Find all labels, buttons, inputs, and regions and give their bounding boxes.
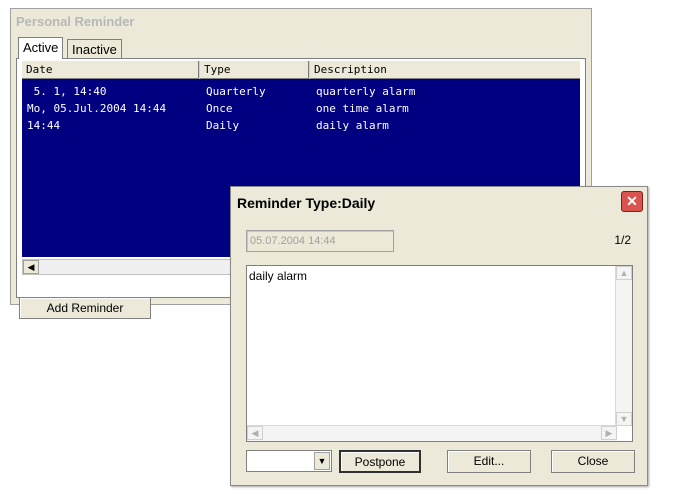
add-reminder-button[interactable]: Add Reminder [19, 297, 151, 319]
dialog-title: Reminder Type:Daily [237, 195, 376, 211]
vertical-scrollbar[interactable]: ▲ ▼ [615, 266, 632, 426]
table-row[interactable]: 5. 1, 14:40 Quarterly quarterly alarm [22, 83, 580, 100]
postpone-button[interactable]: Postpone [339, 450, 421, 473]
column-header-type[interactable]: Type [200, 61, 310, 79]
date-field: 05.07.2004 14:44 [246, 230, 394, 252]
tab-active[interactable]: Active [18, 37, 64, 59]
page-indicator: 1/2 [614, 233, 631, 247]
row-description: one time alarm [316, 102, 409, 115]
row-date: 14:44 [27, 119, 61, 132]
table-row[interactable]: Mo, 05.Jul.2004 14:44 Once one time alar… [22, 100, 580, 117]
close-button[interactable]: Close [551, 450, 635, 473]
column-header-description[interactable]: Description [310, 61, 580, 79]
row-description: daily alarm [316, 119, 389, 132]
scroll-down-icon[interactable]: ▼ [616, 412, 632, 426]
close-icon[interactable]: ✕ [621, 191, 643, 212]
scroll-left-icon[interactable]: ◀ [23, 260, 39, 274]
scroll-left-icon[interactable]: ◀ [247, 426, 263, 440]
postpone-select[interactable]: ▼ [246, 450, 332, 472]
edit-button[interactable]: Edit... [447, 450, 531, 473]
chevron-down-icon[interactable]: ▼ [314, 452, 330, 470]
horizontal-scrollbar[interactable]: ◀ ▶ [247, 425, 617, 441]
row-date: Mo, 05.Jul.2004 14:44 [27, 102, 167, 115]
list-header: Date Type Description [22, 61, 580, 79]
reminder-text: daily alarm [249, 269, 308, 283]
row-type: Daily [206, 119, 240, 132]
reminder-text-area[interactable]: daily alarm ▲ ▼ ◀ ▶ [246, 265, 633, 442]
row-date: 5. 1, 14:40 [27, 85, 107, 98]
row-type: Once [206, 102, 233, 115]
scroll-right-icon[interactable]: ▶ [601, 426, 617, 440]
row-type: Quarterly [206, 85, 266, 98]
tab-inactive[interactable]: Inactive [67, 39, 122, 59]
reminder-dialog: Reminder Type:Daily ✕ 05.07.2004 14:44 1… [230, 186, 648, 486]
scroll-up-icon[interactable]: ▲ [616, 266, 632, 280]
window-title: Personal Reminder [16, 14, 135, 29]
column-header-date[interactable]: Date [22, 61, 200, 79]
row-description: quarterly alarm [316, 85, 416, 98]
table-row[interactable]: 14:44 Daily daily alarm [22, 117, 580, 134]
